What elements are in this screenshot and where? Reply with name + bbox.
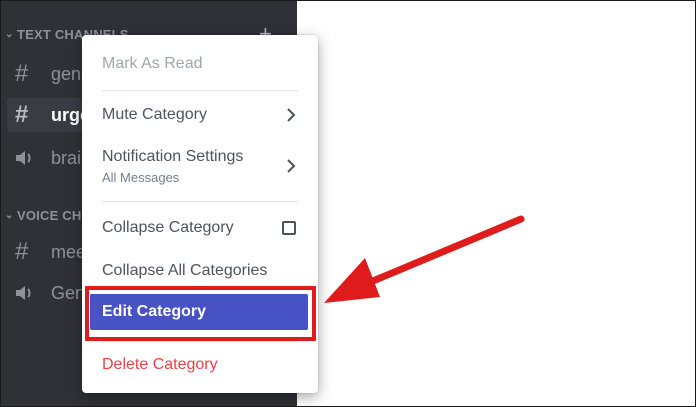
app-window: ⌄ TEXT CHANNELS + # general # urgent bra… (0, 0, 696, 407)
annotation-arrow (324, 215, 525, 303)
